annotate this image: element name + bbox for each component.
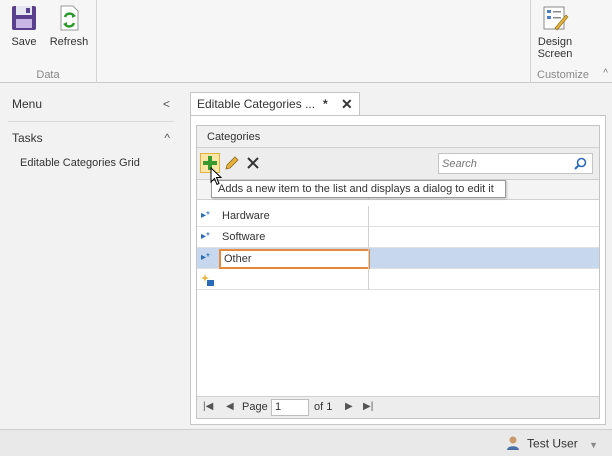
table-row-selected[interactable]: ▸* Other [197, 248, 599, 269]
search-icon[interactable] [574, 157, 587, 170]
document-panel: Categories Search ▸* Hardware ▸* Softwar… [190, 115, 606, 425]
ribbon-group-data-label: Data [36, 69, 60, 81]
last-page-icon[interactable]: ▶| [363, 401, 373, 412]
new-row-icon [201, 273, 215, 290]
nav-divider [8, 121, 174, 122]
user-name: Test User [527, 436, 578, 451]
column-separator [368, 269, 369, 290]
user-icon [506, 435, 520, 454]
tab-editable-categories[interactable]: Editable Categories ... * ✕ [190, 92, 360, 116]
design-screen-label-line2: Screen [537, 48, 573, 60]
ribbon-group-customize: Design Screen Customize ^ [530, 0, 612, 83]
page-number-input[interactable]: 1 [271, 399, 309, 416]
search-box[interactable] [438, 153, 593, 174]
nav-item-editable-categories-grid[interactable]: Editable Categories Grid [20, 157, 140, 169]
row-name-edit-field[interactable]: Other [219, 249, 370, 269]
design-screen-icon [541, 4, 569, 32]
refresh-button[interactable]: Refresh [49, 4, 89, 48]
new-row-placeholder[interactable] [197, 269, 599, 290]
next-page-icon[interactable]: ▶ [345, 401, 353, 412]
chevron-down-icon[interactable]: ▼ [589, 440, 598, 450]
row-new-indicator-icon: ▸* [201, 252, 210, 263]
chevron-up-icon[interactable]: ^ [164, 126, 170, 150]
edit-button[interactable] [222, 153, 242, 173]
column-separator [368, 248, 369, 269]
row-new-indicator-icon: ▸* [201, 231, 210, 242]
categories-box: Categories Search ▸* Hardware ▸* Softwar… [196, 125, 600, 419]
search-input[interactable] [439, 154, 569, 173]
design-screen-button[interactable]: Design Screen [535, 4, 575, 60]
row-new-indicator-icon: ▸* [201, 210, 210, 221]
page-label: Page [242, 401, 268, 413]
first-page-icon[interactable]: |◀ [203, 401, 213, 412]
table-row[interactable]: ▸* Software [197, 227, 599, 248]
close-icon[interactable]: ✕ [341, 93, 353, 115]
pager: |◀ ◀ Page 1 of 1 ▶ ▶| [197, 396, 599, 418]
design-screen-label-line1: Design [537, 36, 573, 48]
mouse-cursor-icon [210, 167, 222, 186]
table-row[interactable]: ▸* Hardware [197, 206, 599, 227]
nav-panel: Menu < Tasks ^ Editable Categories Grid [0, 84, 186, 429]
previous-page-icon[interactable]: ◀ [226, 401, 234, 412]
save-button-label: Save [11, 36, 37, 48]
ribbon-group-customize-label: Customize [537, 69, 589, 81]
row-name: Hardware [222, 210, 270, 222]
menu-header[interactable]: Menu < [0, 92, 186, 116]
save-icon [10, 4, 38, 32]
save-button[interactable]: Save [9, 4, 39, 48]
tab-title: Editable Categories ... [197, 97, 316, 111]
tasks-header[interactable]: Tasks ^ [0, 126, 186, 150]
column-separator [368, 206, 369, 227]
ribbon: Save Refresh Data Design Screen Customiz… [0, 0, 612, 83]
categories-title: Categories [197, 126, 599, 148]
chevron-left-icon[interactable]: < [163, 92, 170, 116]
collapse-ribbon-icon[interactable]: ^ [603, 68, 608, 79]
add-button-tooltip: Adds a new item to the list and displays… [211, 180, 506, 198]
document-area: Editable Categories ... * ✕ Categories S… [186, 84, 612, 429]
ribbon-group-data: Save Refresh Data [0, 0, 97, 83]
grid-toolbar [197, 148, 599, 180]
refresh-button-label: Refresh [49, 36, 89, 48]
user-menu[interactable]: Test User ▼ [506, 435, 598, 454]
page-count-label: of 1 [314, 401, 333, 413]
refresh-icon [55, 4, 83, 32]
pencil-icon [225, 156, 239, 170]
column-separator [368, 227, 369, 248]
menu-header-label: Menu [12, 97, 43, 111]
row-name: Software [222, 231, 266, 243]
unsaved-indicator: * [323, 97, 328, 111]
tasks-header-label: Tasks [12, 131, 43, 145]
delete-button[interactable] [243, 153, 263, 173]
delete-icon [247, 157, 259, 169]
status-bar: Test User ▼ [0, 429, 612, 456]
